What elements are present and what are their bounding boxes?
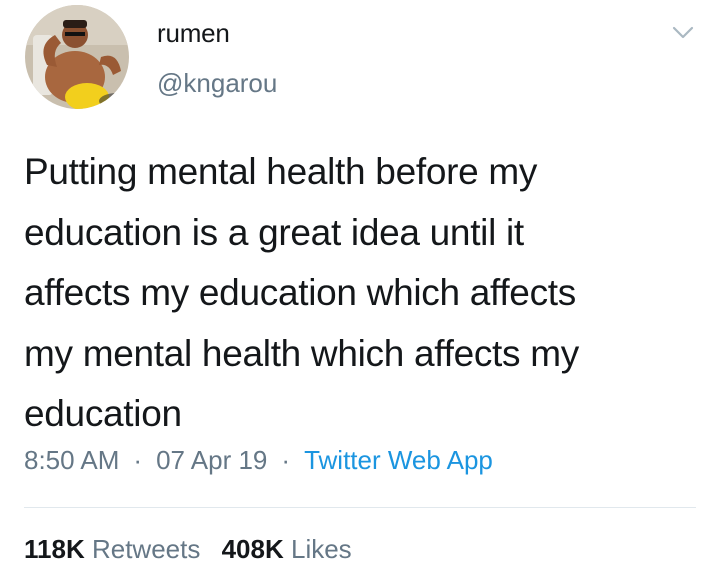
- likes-label: Likes: [290, 534, 352, 564]
- tweet-text-line: education is a great idea until it: [24, 211, 524, 253]
- display-name[interactable]: rumen: [157, 18, 230, 49]
- avatar[interactable]: [25, 5, 129, 109]
- separator-dot: ·: [133, 445, 143, 475]
- tweet-text-line: Putting mental health before my: [24, 151, 538, 192]
- tweet-time[interactable]: 8:50 AM: [24, 445, 119, 475]
- user-handle[interactable]: @kngarou: [157, 68, 277, 99]
- tweet-text-line: my mental health which affects my: [24, 332, 579, 374]
- tweet-stats: 118K Retweets 408K Likes: [24, 534, 352, 565]
- tweet-meta: 8:50 AM · 07 Apr 19 · Twitter Web App: [24, 445, 493, 476]
- divider: [24, 507, 696, 508]
- retweets-count: 118K: [24, 534, 85, 564]
- retweets-stat[interactable]: 118K Retweets: [24, 534, 200, 564]
- tweet-card: rumen @kngarou Putting mental health bef…: [0, 0, 720, 584]
- chevron-down-icon[interactable]: [671, 20, 695, 44]
- separator-dot: ·: [281, 445, 291, 475]
- likes-stat[interactable]: 408K Likes: [222, 534, 352, 564]
- likes-count: 408K: [221, 534, 284, 564]
- tweet-text-line: affects my education which affects: [24, 272, 576, 313]
- retweets-label: Retweets: [91, 534, 201, 564]
- tweet-source-link[interactable]: Twitter Web App: [304, 445, 493, 475]
- tweet-text-line: education: [24, 393, 182, 434]
- tweet-date[interactable]: 07 Apr 19: [156, 445, 267, 475]
- tweet-text: Putting mental health before my educatio…: [24, 142, 704, 445]
- avatar-image: [25, 5, 129, 109]
